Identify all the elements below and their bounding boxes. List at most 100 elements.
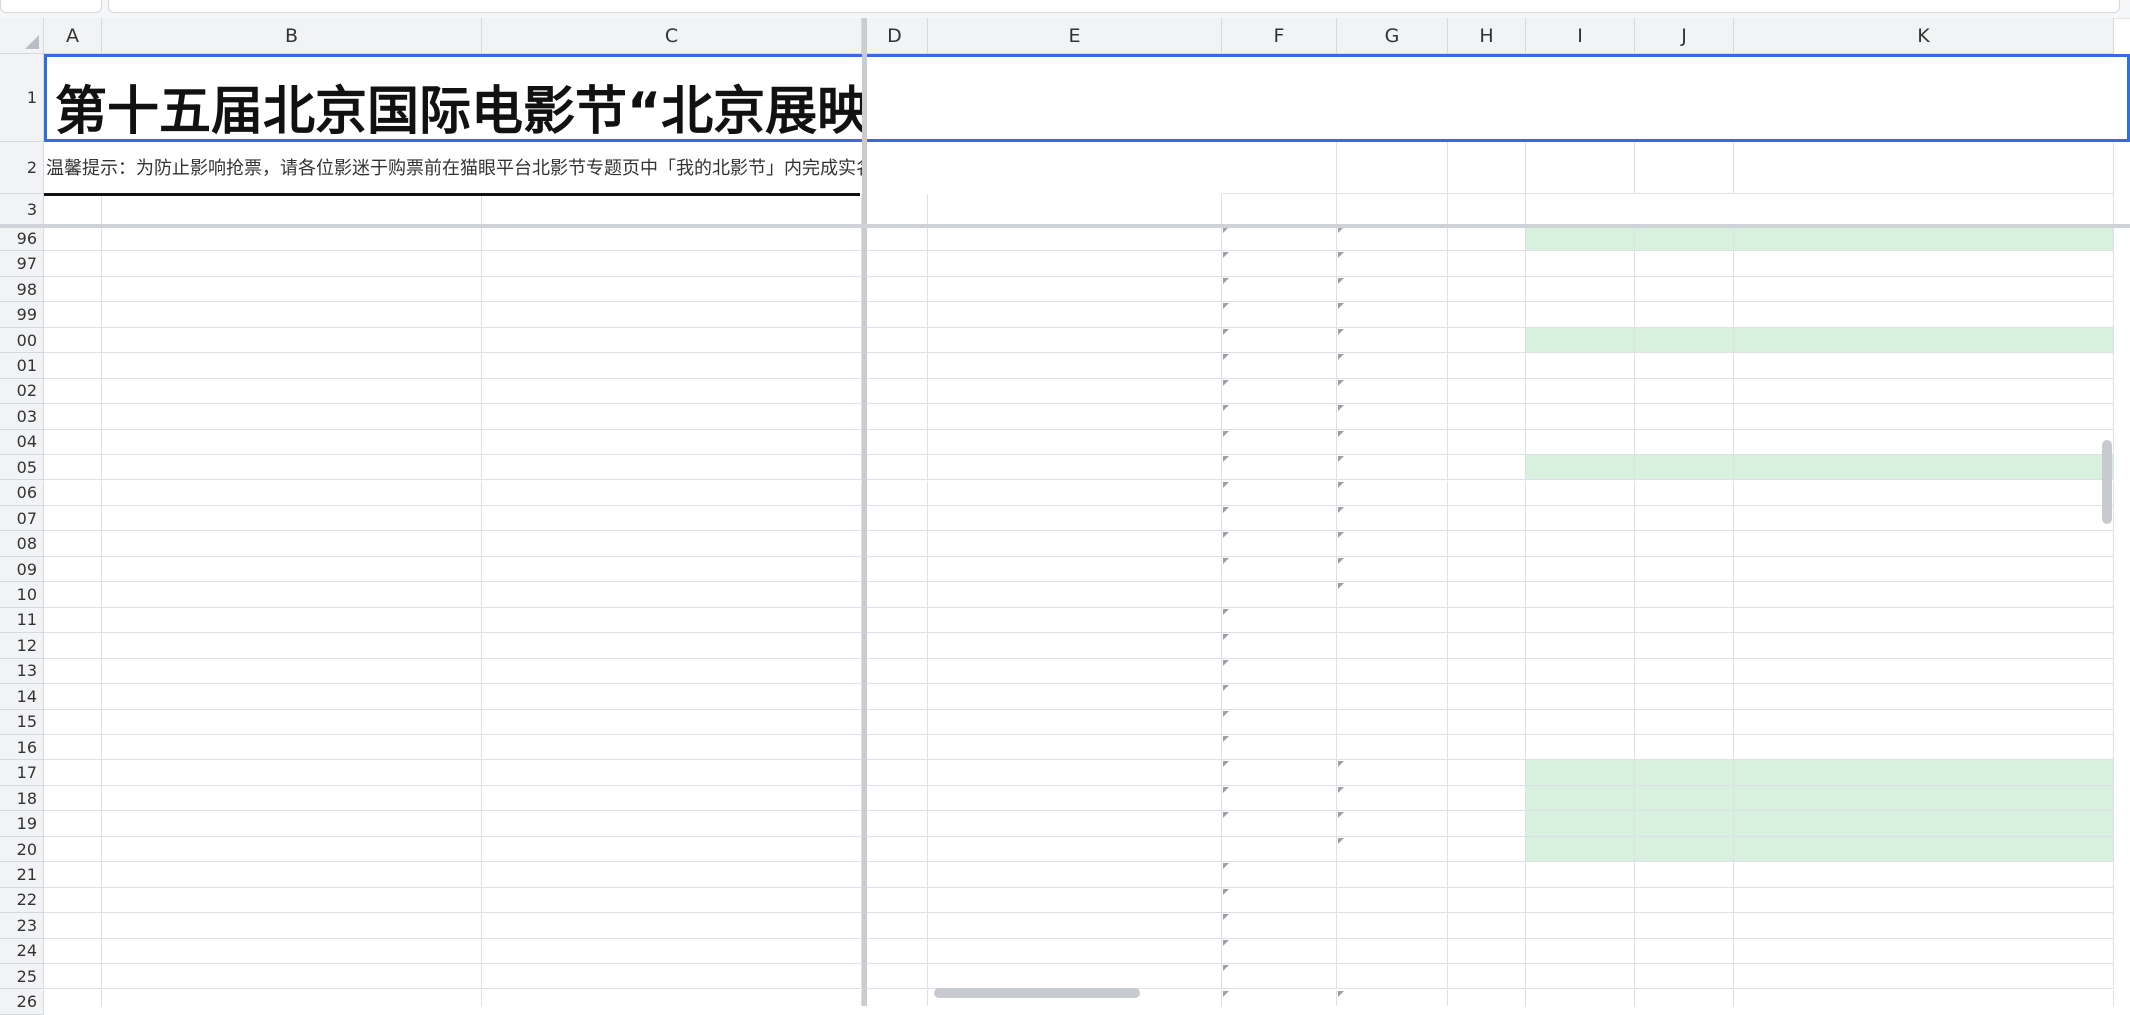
title-cell[interactable] [482,658,862,685]
unit-cell[interactable] [102,480,482,506]
time-cell[interactable] [1635,735,1734,761]
date-cell[interactable] [1526,709,1635,735]
unit-cell[interactable] [102,964,482,990]
seq-cell[interactable] [44,607,102,634]
price-cell[interactable] [1337,327,1448,354]
seq-cell[interactable] [44,913,102,939]
column-header-c[interactable]: C [482,18,862,54]
seq-cell[interactable] [44,836,102,863]
price-cell[interactable] [1337,455,1448,481]
country-cell[interactable] [928,353,1222,379]
country-cell[interactable] [928,429,1222,456]
row-header[interactable]: 09 [0,556,44,583]
seq-cell[interactable] [44,480,102,506]
time-cell[interactable] [1635,862,1734,888]
overflow-cell[interactable] [862,760,928,786]
unit-cell[interactable] [102,862,482,888]
year-cell[interactable] [1222,607,1337,634]
overflow-cell[interactable] [862,658,928,685]
venue-cell[interactable] [1734,684,2114,710]
row-header[interactable]: 23 [0,913,44,939]
session-count-cell[interactable] [1448,302,1526,328]
row-header[interactable]: 00 [0,327,44,354]
date-cell[interactable] [1526,505,1635,532]
title-cell[interactable] [482,505,862,532]
column-header-d[interactable]: D [862,18,928,54]
row-header[interactable]: 96 [0,226,44,252]
date-cell[interactable] [1526,531,1635,557]
unit-cell[interactable] [102,913,482,939]
row-header[interactable]: 13 [0,658,44,685]
venue-cell[interactable] [1734,913,2114,939]
session-count-cell[interactable] [1448,862,1526,888]
year-cell[interactable] [1222,302,1337,328]
time-cell[interactable] [1635,964,1734,990]
price-cell[interactable] [1337,353,1448,379]
overflow-cell[interactable] [862,735,928,761]
session-count-cell[interactable] [1448,378,1526,405]
row-header[interactable]: 2 [0,142,44,194]
time-cell[interactable] [1635,327,1734,354]
title-cell[interactable] [482,429,862,456]
price-cell[interactable] [1337,811,1448,837]
session-count-cell[interactable] [1448,226,1526,252]
seq-cell[interactable] [44,455,102,481]
date-cell[interactable] [1526,607,1635,634]
header-sessions[interactable] [1448,194,1526,226]
country-cell[interactable] [928,505,1222,532]
session-count-cell[interactable] [1448,404,1526,430]
overflow-cell[interactable] [862,913,928,939]
venue-cell[interactable] [1734,455,2114,481]
venue-cell[interactable] [1734,989,2114,1006]
seq-cell[interactable] [44,938,102,965]
title-cell[interactable] [482,887,862,914]
country-cell[interactable] [928,709,1222,735]
row-header[interactable]: 03 [0,404,44,430]
year-cell[interactable] [1222,353,1337,379]
year-cell[interactable] [1222,760,1337,786]
freeze-pane-vertical[interactable] [862,18,867,1006]
overflow-cell[interactable] [862,964,928,990]
seq-cell[interactable] [44,429,102,456]
unit-cell[interactable] [102,226,482,252]
price-cell[interactable] [1337,964,1448,990]
year-cell[interactable] [1222,633,1337,659]
overflow-cell[interactable] [862,836,928,863]
unit-cell[interactable] [102,709,482,735]
time-cell[interactable] [1635,455,1734,481]
header-year[interactable] [1222,194,1337,226]
overflow-cell[interactable] [862,531,928,557]
unit-cell[interactable] [102,633,482,659]
row-header[interactable]: 17 [0,760,44,786]
row-header[interactable]: 02 [0,378,44,405]
price-cell[interactable] [1337,735,1448,761]
country-cell[interactable] [928,607,1222,634]
row-header[interactable]: 22 [0,887,44,914]
time-cell[interactable] [1635,684,1734,710]
price-cell[interactable] [1337,251,1448,277]
overflow-cell[interactable] [862,633,928,659]
venue-cell[interactable] [1734,709,2114,735]
unit-cell[interactable] [102,302,482,328]
row-header[interactable]: 14 [0,684,44,710]
notice-row-cell[interactable] [1635,142,1734,194]
venue-cell[interactable] [1734,327,2114,354]
time-cell[interactable] [1635,226,1734,252]
venue-cell[interactable] [1734,964,2114,990]
freeze-pane-horizontal[interactable] [0,224,2130,228]
title-cell[interactable] [482,938,862,965]
date-cell[interactable] [1526,887,1635,914]
year-cell[interactable] [1222,964,1337,990]
country-cell[interactable] [928,862,1222,888]
column-header-a[interactable]: A [44,18,102,54]
session-count-cell[interactable] [1448,607,1526,634]
country-cell[interactable] [928,684,1222,710]
row-header[interactable]: 98 [0,276,44,303]
year-cell[interactable] [1222,226,1337,252]
row-header[interactable]: 11 [0,607,44,634]
session-count-cell[interactable] [1448,709,1526,735]
overflow-cell[interactable] [862,455,928,481]
venue-cell[interactable] [1734,887,2114,914]
formula-input[interactable] [108,0,2120,13]
country-cell[interactable] [928,633,1222,659]
